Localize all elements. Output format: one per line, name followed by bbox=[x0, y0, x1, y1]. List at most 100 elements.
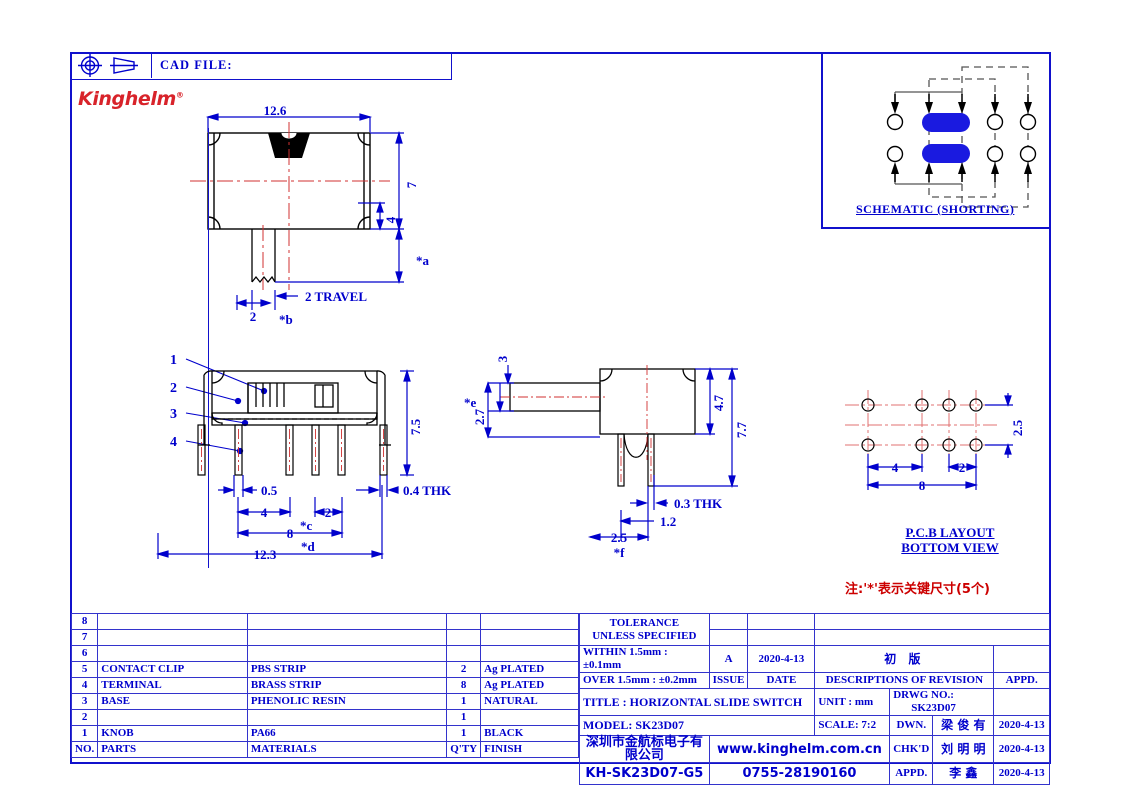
drawing-canvas: CAD FILE: Kinghelm® SCHEMATIC (SHORTING)… bbox=[0, 0, 1123, 793]
parts-cell-qty: 2 bbox=[446, 661, 482, 678]
dim-span-123: 12.3 bbox=[254, 547, 277, 562]
registered-mark: ® bbox=[175, 90, 184, 100]
table-row: 7 bbox=[70, 629, 579, 646]
parts-cell-parts bbox=[97, 645, 248, 662]
parts-cell-finish: NATURAL bbox=[480, 693, 579, 710]
model-label: MODEL: SK23D07 bbox=[578, 715, 816, 736]
part-number: KH-SK23D07-G5 bbox=[579, 762, 710, 785]
parts-cell-finish bbox=[480, 629, 579, 646]
star-c-label: *c bbox=[300, 518, 313, 533]
dim-knob-h: 3 bbox=[495, 355, 510, 362]
parts-cell-parts bbox=[97, 629, 248, 646]
parts-header-1: PARTS bbox=[97, 741, 248, 758]
company-name-cn: 深圳市金航标电子有限公司 bbox=[579, 735, 710, 763]
dim-pin-w: 1.2 bbox=[660, 514, 676, 529]
parts-cell-finish bbox=[480, 709, 579, 726]
dim-travel: 2 TRAVEL bbox=[305, 289, 367, 304]
callout-1: 1 bbox=[170, 353, 177, 368]
table-row: 6 bbox=[70, 645, 579, 662]
chkd-label: CHK'D bbox=[889, 735, 934, 763]
parts-cell-no: 6 bbox=[70, 645, 99, 662]
side-view-drawing: 3 2.7 *e 4.7 7.7 0.3 THK 1.2 2.5 *f bbox=[464, 355, 749, 560]
projection-symbol-icon bbox=[78, 54, 102, 77]
dwn-label: DWN. bbox=[889, 715, 934, 736]
parts-cell-parts: CONTACT CLIP bbox=[97, 661, 248, 678]
parts-table: 8 7 6 5 CONTACT CLIP PBS STRIP 2 Ag PLATED 4 TERM… bbox=[70, 613, 579, 758]
parts-cell-no: 4 bbox=[70, 677, 99, 694]
dim-pitch-2: 2 bbox=[325, 505, 332, 520]
drwg-no-label: DRWG NO.: SK23D07 bbox=[889, 688, 995, 716]
kinghelm-logo: Kinghelm® bbox=[78, 88, 184, 110]
cad-icon-group bbox=[72, 53, 152, 78]
parts-cell-finish bbox=[480, 613, 579, 630]
dim-lead-gap: 0.5 bbox=[261, 483, 278, 498]
schematic-box: SCHEMATIC (SHORTING) bbox=[821, 52, 1051, 229]
revision-label: DESCRIPTIONS OF REVISION bbox=[814, 672, 995, 689]
pcb-caption-line1: P.C.B LAYOUT bbox=[905, 525, 995, 540]
parts-cell-materials bbox=[246, 709, 448, 726]
title-label: TITLE : HORIZONTAL SLIDE SWITCH bbox=[578, 688, 816, 716]
dim-span-8: 8 bbox=[287, 526, 294, 541]
parts-cell-finish: Ag PLATED bbox=[480, 661, 579, 678]
date-value: 2020-4-13 bbox=[747, 645, 816, 673]
revision-value: 初 版 bbox=[814, 645, 995, 673]
table-row: 5 CONTACT CLIP PBS STRIP 2 Ag PLATED bbox=[70, 661, 579, 678]
parts-cell-parts: BASE bbox=[97, 693, 248, 710]
tolerance-within: WITHIN 1.5mm : ±0.1mm bbox=[579, 645, 710, 673]
pcb-layout-drawing: 2.5 4 2 8 bbox=[845, 390, 1025, 493]
tolerance-label-1: TOLERANCE bbox=[609, 616, 680, 629]
parts-cell-parts bbox=[97, 709, 248, 726]
parts-cell-qty: 1 bbox=[446, 725, 482, 742]
tolerance-label-2: UNLESS SPECIFIED bbox=[592, 629, 697, 642]
parts-cell-finish: Ag PLATED bbox=[480, 677, 579, 694]
parts-header-4: FINISH bbox=[480, 741, 579, 758]
shorting-bar bbox=[922, 113, 970, 163]
table-row: 3 BASE PHENOLIC RESIN 1 NATURAL bbox=[70, 693, 579, 710]
parts-cell-materials: BRASS STRIP bbox=[246, 677, 448, 694]
parts-cell-no: 7 bbox=[70, 629, 99, 646]
star-f-label: *f bbox=[614, 545, 626, 560]
website[interactable]: www.kinghelm.com.cn bbox=[708, 735, 891, 763]
parts-cell-no: 2 bbox=[70, 709, 99, 726]
parts-cell-no: 3 bbox=[70, 693, 99, 710]
dim-top-width: 12.6 bbox=[264, 103, 287, 118]
cone-symbol-icon bbox=[110, 57, 138, 74]
parts-cell-parts bbox=[97, 613, 248, 630]
dim-travel-width: 2 bbox=[250, 309, 257, 324]
parts-cell-parts: KNOB bbox=[97, 725, 248, 742]
front-view-drawing: 1 2 3 4 7.5 0.4 THK 0.5 4 2 8 *c 12.3 *d bbox=[155, 353, 452, 562]
dim-thickness: 0.4 THK bbox=[403, 483, 452, 498]
unit-label: UNIT : mm bbox=[814, 688, 891, 716]
parts-header-2: MATERIALS bbox=[246, 741, 448, 758]
dim-knob-y: 2.7 bbox=[472, 408, 487, 425]
star-b-label: *b bbox=[279, 312, 293, 327]
dim-top-knob-offset: 4 bbox=[383, 216, 398, 223]
dim-pcb-8: 8 bbox=[919, 478, 926, 493]
tolerance-over: OVER 1.5mm : ±0.2mm bbox=[579, 672, 710, 689]
pcb-caption-line2: BOTTOM VIEW bbox=[901, 540, 999, 555]
issue-label: ISSUE bbox=[708, 672, 749, 689]
title-block-table: TOLERANCE UNLESS SPECIFIED WITHIN 1.5mm … bbox=[578, 613, 1050, 785]
drwg-no-value: SK23D07 bbox=[911, 702, 956, 714]
parts-cell-qty: 1 bbox=[446, 709, 482, 726]
parts-cell-materials bbox=[246, 613, 448, 630]
dim-pin-thk: 0.3 THK bbox=[674, 496, 723, 511]
dim-pitch-4: 4 bbox=[261, 505, 268, 520]
parts-cell-materials: PHENOLIC RESIN bbox=[246, 693, 448, 710]
table-row: 1 KNOB PA66 1 BLACK bbox=[70, 725, 579, 742]
dim-body-h: 4.7 bbox=[711, 394, 726, 411]
star-a-label: *a bbox=[416, 253, 430, 268]
dim-pcb-rowgap: 2.5 bbox=[1010, 419, 1025, 436]
appd-name: 李 鑫 bbox=[932, 762, 995, 785]
parts-header-3: Q'TY bbox=[446, 741, 482, 758]
parts-cell-materials bbox=[246, 629, 448, 646]
table-header-row: NO. PARTS MATERIALS Q'TY FINISH bbox=[70, 741, 579, 758]
key-dimension-note: 注:'*'表示关键尺寸(5个) bbox=[845, 582, 990, 597]
parts-header-0: NO. bbox=[70, 741, 99, 758]
parts-cell-finish: BLACK bbox=[480, 725, 579, 742]
chkd-name: 刘 明 明 bbox=[932, 735, 995, 763]
dwn-date: 2020-4-13 bbox=[993, 715, 1050, 736]
star-d-label: *d bbox=[301, 539, 316, 554]
parts-cell-qty bbox=[446, 629, 482, 646]
parts-cell-materials: PA66 bbox=[246, 725, 448, 742]
